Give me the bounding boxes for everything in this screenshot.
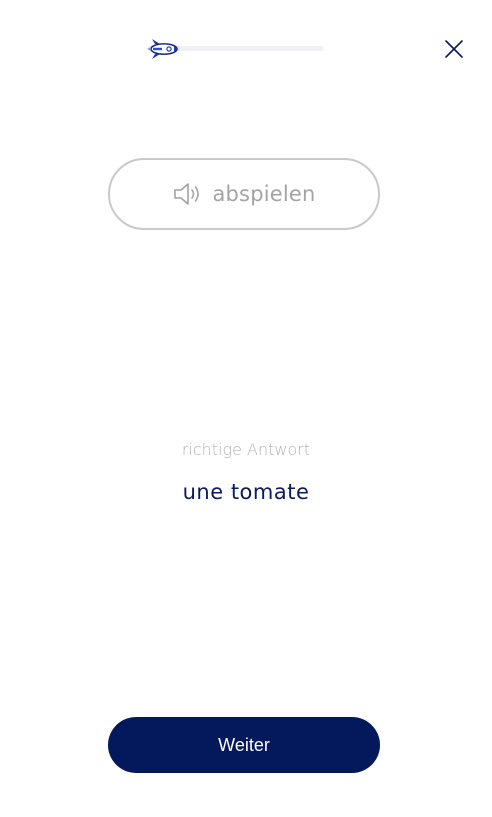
continue-button[interactable]: Weiter — [108, 717, 380, 773]
rocket-icon — [147, 39, 178, 59]
speaker-icon — [174, 183, 200, 205]
correct-answer-caption: richtige Antwort — [181, 440, 311, 459]
play-audio-button[interactable]: abspielen — [108, 158, 380, 230]
close-icon[interactable] — [440, 35, 468, 63]
play-audio-label: abspielen — [212, 182, 316, 206]
correct-answer-text: une tomate — [182, 480, 310, 504]
